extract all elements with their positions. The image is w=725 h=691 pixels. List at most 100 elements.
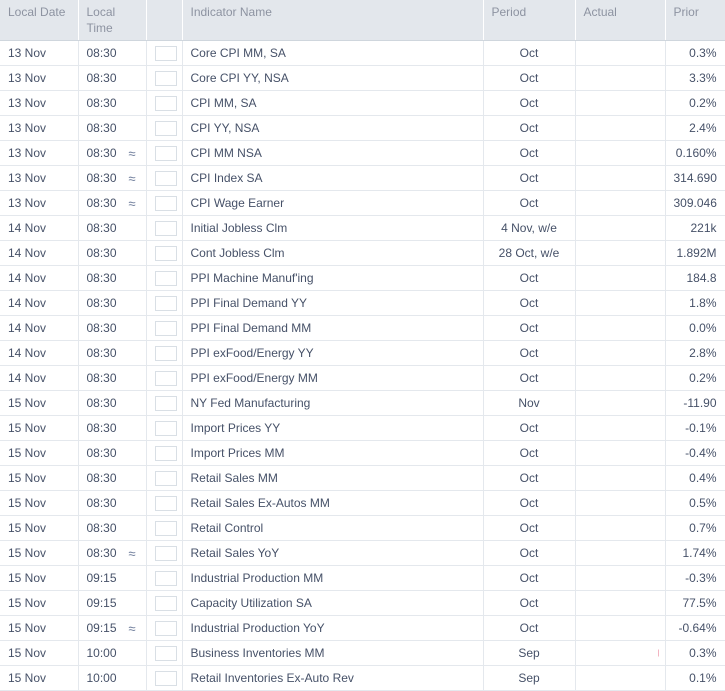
cell-actual (575, 415, 666, 441)
table-row[interactable]: 15 Nov08:30≈ Retail Sales MMOct 0.4% (0, 465, 725, 491)
cell-country-flag (146, 165, 183, 191)
cell-prior: 0.2% (665, 90, 725, 116)
table-row[interactable]: 14 Nov08:30≈ PPI exFood/Energy MMOct 0.2% (0, 365, 725, 391)
cell-local-time: 09:15≈ (78, 590, 147, 616)
table-row[interactable]: 15 Nov 08:30 ≈ Retail Sales YoY Oct 1.74% (0, 540, 725, 566)
cell-prior: 184.8 (665, 265, 725, 291)
cell-local-time: 08:30≈ (78, 190, 147, 216)
cell-country-flag (146, 490, 183, 516)
cell-indicator-name[interactable]: PPI Final Demand YY (182, 290, 484, 316)
cell-actual (575, 115, 666, 141)
table-row[interactable]: 14 Nov08:30≈ PPI exFood/Energy YYOct 2.8% (0, 340, 725, 366)
table-row[interactable]: 15 Nov 09:15 ≈ Industrial Production YoY Oct… (0, 615, 725, 641)
cell-indicator-name[interactable]: Retail Control (182, 515, 484, 541)
cell-actual (575, 240, 666, 266)
cell-indicator-name[interactable]: CPI MM NSA (182, 140, 484, 166)
cell-indicator-name[interactable]: Industrial Production YoY (182, 615, 484, 641)
cell-indicator-name[interactable]: Retail Sales MM (182, 465, 484, 491)
cell-period: Oct (483, 90, 576, 116)
cell-indicator-name[interactable]: Core CPI MM, SA (182, 40, 484, 66)
local-time-value: 08:30 (86, 221, 117, 235)
us-flag-icon (154, 345, 177, 361)
table-row[interactable]: 14 Nov08:30≈ PPI Machine Manuf'ingOct 184.… (0, 265, 725, 291)
local-time-value: 08:30 (86, 121, 117, 135)
cell-country-flag (146, 465, 183, 491)
column-header-local-date[interactable]: Local Date (0, 0, 79, 41)
table-row[interactable]: 13 Nov08:30≈ CPI MM, SAOct 0.2% (0, 90, 725, 116)
local-time-value: 08:30 (86, 346, 117, 360)
cell-prior: 1.892M (665, 240, 725, 266)
table-row[interactable]: 15 Nov09:15≈ Capacity Utilization SAOct 77… (0, 590, 725, 616)
cell-indicator-name[interactable]: Core CPI YY, NSA (182, 65, 484, 91)
column-header-actual[interactable]: Actual (575, 0, 666, 41)
table-row[interactable]: 14 Nov08:30≈ Initial Jobless Clm4 Nov, w/… (0, 215, 725, 241)
cell-prior: -0.1% (665, 415, 725, 441)
cell-period: Oct (483, 65, 576, 91)
column-header-local-time[interactable]: Local Time (78, 0, 147, 41)
cell-indicator-name[interactable]: Capacity Utilization SA (182, 590, 484, 616)
cell-prior: 0.4% (665, 465, 725, 491)
us-flag-icon (154, 470, 177, 486)
cell-indicator-name[interactable]: Industrial Production MM (182, 565, 484, 591)
column-header-flag[interactable] (146, 0, 183, 41)
table-row[interactable]: 13 Nov 08:30 ≈ CPI MM NSA Oct 0.160% (0, 140, 725, 166)
table-row[interactable]: 13 Nov08:30≈ Core CPI YY, NSAOct 3.3% (0, 65, 725, 91)
us-flag-icon (154, 445, 177, 461)
cell-indicator-name[interactable]: Cont Jobless Clm (182, 240, 484, 266)
us-flag-icon (154, 245, 177, 261)
cell-local-time: 08:30≈ (78, 290, 147, 316)
table-row[interactable]: 15 Nov10:00≈ Business Inventories MMSep 0.… (0, 640, 725, 666)
column-header-prior[interactable]: Prior (665, 0, 725, 41)
cell-local-date: 13 Nov (0, 165, 79, 191)
cell-local-date: 14 Nov (0, 365, 79, 391)
cell-actual (575, 265, 666, 291)
table-row[interactable]: 15 Nov08:30≈ Import Prices YYOct -0.1% (0, 415, 725, 441)
cell-indicator-name[interactable]: Retail Sales Ex-Autos MM (182, 490, 484, 516)
table-header: Local Date Local Time Indicator Name Per… (0, 0, 725, 41)
cell-indicator-name[interactable]: Import Prices MM (182, 440, 484, 466)
cell-indicator-name[interactable]: PPI exFood/Energy YY (182, 340, 484, 366)
cell-country-flag (146, 640, 183, 666)
cell-period: Oct (483, 290, 576, 316)
local-time-value: 08:30 (86, 196, 117, 210)
cell-country-flag (146, 190, 183, 216)
cell-indicator-name[interactable]: CPI Index SA (182, 165, 484, 191)
cell-country-flag (146, 590, 183, 616)
table-row[interactable]: 15 Nov08:30≈ Import Prices MMOct -0.4% (0, 440, 725, 466)
us-flag-icon (154, 70, 177, 86)
cell-indicator-name[interactable]: PPI exFood/Energy MM (182, 365, 484, 391)
cell-local-time: 08:30≈ (78, 115, 147, 141)
table-row[interactable]: 13 Nov 08:30 ≈ CPI Wage Earner Oct 309.046 (0, 190, 725, 216)
table-row[interactable]: 13 Nov 08:30 ≈ CPI Index SA Oct 314.690 (0, 165, 725, 191)
cell-indicator-name[interactable]: CPI MM, SA (182, 90, 484, 116)
cell-indicator-name[interactable]: CPI Wage Earner (182, 190, 484, 216)
table-row[interactable]: 14 Nov08:30≈ PPI Final Demand YYOct 1.8% (0, 290, 725, 316)
table-row[interactable]: 14 Nov08:30≈ PPI Final Demand MMOct 0.0% (0, 315, 725, 341)
cell-indicator-name[interactable]: Initial Jobless Clm (182, 215, 484, 241)
cell-indicator-name[interactable]: Retail Sales YoY (182, 540, 484, 566)
cell-indicator-name[interactable]: PPI Machine Manuf'ing (182, 265, 484, 291)
cell-indicator-name[interactable]: Business Inventories MM (182, 640, 484, 666)
cell-indicator-name[interactable]: NY Fed Manufacturing (182, 390, 484, 416)
cell-indicator-name[interactable]: CPI YY, NSA (182, 115, 484, 141)
cell-indicator-name[interactable]: Import Prices YY (182, 415, 484, 441)
table-row[interactable]: 14 Nov08:30≈ Cont Jobless Clm28 Oct, w/e 1… (0, 240, 725, 266)
local-time-value: 08:30 (86, 371, 117, 385)
table-row[interactable]: 15 Nov08:30≈ Retail Sales Ex-Autos MMOct 0… (0, 490, 725, 516)
column-header-period[interactable]: Period (483, 0, 576, 41)
local-time-value: 08:30 (86, 496, 117, 510)
table-row[interactable]: 15 Nov08:30≈ NY Fed ManufacturingNov -11.9… (0, 390, 725, 416)
table-row[interactable]: 15 Nov09:15≈ Industrial Production MMOct -… (0, 565, 725, 591)
cell-actual (575, 215, 666, 241)
table-row[interactable]: 13 Nov08:30≈ Core CPI MM, SAOct 0.3% (0, 40, 725, 66)
cell-local-date: 15 Nov (0, 465, 79, 491)
table-row[interactable]: 13 Nov08:30≈ CPI YY, NSAOct 2.4% (0, 115, 725, 141)
cell-country-flag (146, 265, 183, 291)
cell-local-date: 15 Nov (0, 640, 79, 666)
cell-indicator-name[interactable]: PPI Final Demand MM (182, 315, 484, 341)
cell-local-time: 08:30≈ (78, 265, 147, 291)
table-row[interactable]: 15 Nov08:30≈ Retail ControlOct 0.7% (0, 515, 725, 541)
cell-period: Oct (483, 165, 576, 191)
us-flag-icon (154, 595, 177, 611)
column-header-indicator-name[interactable]: Indicator Name (182, 0, 484, 41)
